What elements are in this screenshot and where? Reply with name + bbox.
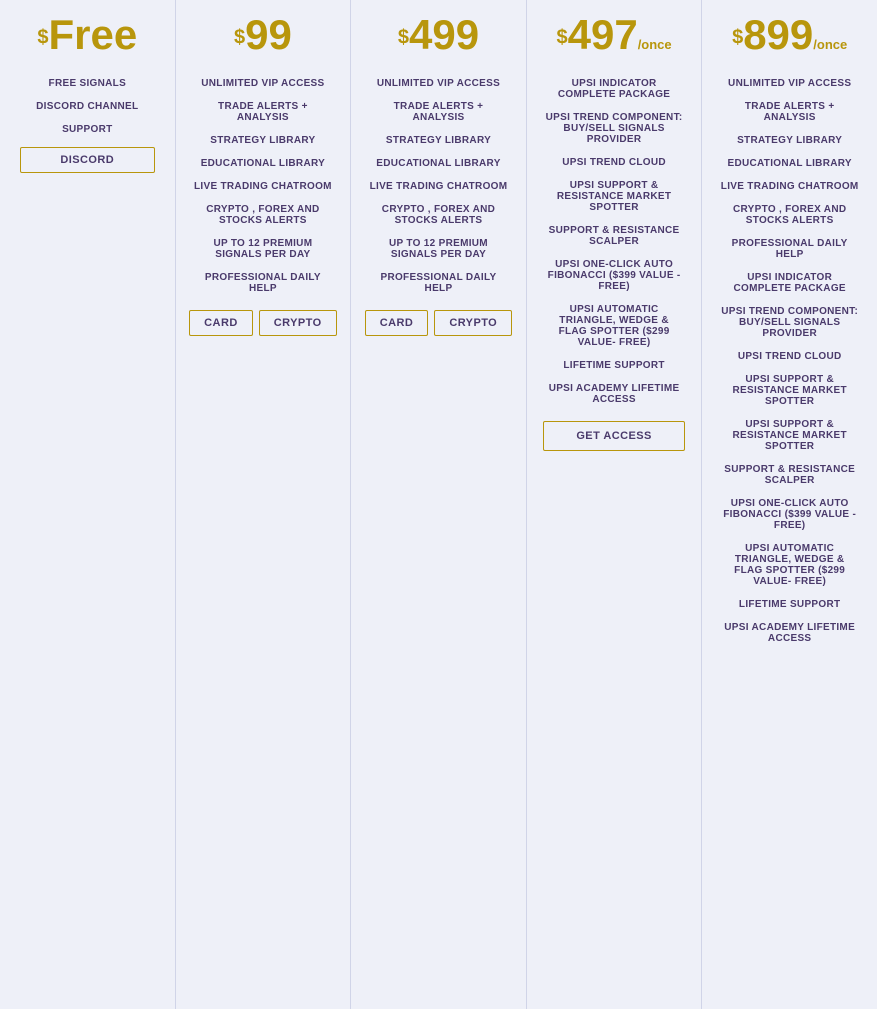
feature-99-unlimited-vip: UNLIMITED VIP ACCESS <box>184 72 343 95</box>
btn-group-499: CARD CRYPTO <box>365 310 512 336</box>
feature-497-scalper: SUPPORT & RESISTANCESCALPER <box>535 219 694 253</box>
col-99: $99 UNLIMITED VIP ACCESS TRADE ALERTS +A… <box>176 0 352 1009</box>
feature-99-educational: EDUCATIONAL LIBRARY <box>184 152 343 175</box>
feature-99-strategy: STRATEGY LIBRARY <box>184 129 343 152</box>
price-99: $99 <box>234 12 292 58</box>
card-button-99[interactable]: CARD <box>189 310 253 336</box>
feature-497-triangle: UPSI AUTOMATICTRIANGLE, WEDGE &FLAG SPOT… <box>535 298 694 354</box>
feature-499-live-trading: LIVE TRADING CHATROOM <box>359 175 518 198</box>
feature-support: SUPPORT <box>8 118 167 141</box>
feature-497-fibonacci: UPSI ONE-CLICK AUTOFIBONACCI ($399 VALUE… <box>535 253 694 298</box>
feature-99-premium-signals: UP TO 12 PREMIUMSIGNALS PER DAY <box>184 232 343 266</box>
feature-899-triangle: UPSI AUTOMATICTRIANGLE, WEDGE &FLAG SPOT… <box>710 537 869 593</box>
feature-free-signals: FREE SIGNALS <box>8 72 167 95</box>
btn-group-99: CARD CRYPTO <box>189 310 336 336</box>
feature-899-upsi-indicator: UPSI INDICATORCOMPLETE PACKAGE <box>710 266 869 300</box>
price-899: $899/once <box>732 12 847 58</box>
feature-499-professional: PROFESSIONAL DAILYHELP <box>359 266 518 300</box>
col-499: $499 UNLIMITED VIP ACCESS TRADE ALERTS +… <box>351 0 527 1009</box>
feature-99-live-trading: LIVE TRADING CHATROOM <box>184 175 343 198</box>
feature-99-professional: PROFESSIONAL DAILYHELP <box>184 266 343 300</box>
feature-497-upsi-trend-component: UPSI TREND COMPONENT:BUY/SELL SIGNALSPRO… <box>535 106 694 151</box>
feature-899-upsi-trend-cloud: UPSI TREND CLOUD <box>710 345 869 368</box>
feature-899-strategy: STRATEGY LIBRARY <box>710 129 869 152</box>
feature-899-unlimited-vip: UNLIMITED VIP ACCESS <box>710 72 869 95</box>
price-free: $Free <box>37 12 137 58</box>
discord-button[interactable]: DISCORD <box>20 147 155 173</box>
feature-499-premium-signals: UP TO 12 PREMIUMSIGNALS PER DAY <box>359 232 518 266</box>
crypto-button-99[interactable]: CRYPTO <box>259 310 337 336</box>
feature-899-academy: UPSI ACADEMY LIFETIMEACCESS <box>710 616 869 650</box>
crypto-button-499[interactable]: CRYPTO <box>434 310 512 336</box>
feature-899-professional: PROFESSIONAL DAILYHELP <box>710 232 869 266</box>
pricing-table: $Free FREE SIGNALS DISCORD CHANNEL SUPPO… <box>0 0 877 1009</box>
feature-discord-channel: DISCORD CHANNEL <box>8 95 167 118</box>
feature-899-crypto-forex: CRYPTO , FOREX ANDSTOCKS ALERTS <box>710 198 869 232</box>
feature-899-support-resistance2: UPSI SUPPORT &RESISTANCE MARKETSPOTTER <box>710 413 869 458</box>
col-899: $899/once UNLIMITED VIP ACCESS TRADE ALE… <box>702 0 877 1009</box>
feature-99-trade-alerts: TRADE ALERTS +ANALYSIS <box>184 95 343 129</box>
feature-497-upsi-trend-cloud: UPSI TREND CLOUD <box>535 151 694 174</box>
feature-99-crypto-forex: CRYPTO , FOREX ANDSTOCKS ALERTS <box>184 198 343 232</box>
feature-899-fibonacci: UPSI ONE-CLICK AUTOFIBONACCI ($399 VALUE… <box>710 492 869 537</box>
feature-499-educational: EDUCATIONAL LIBRARY <box>359 152 518 175</box>
feature-499-trade-alerts: TRADE ALERTS +ANALYSIS <box>359 95 518 129</box>
col-497: $497/once UPSI INDICATORCOMPLETE PACKAGE… <box>527 0 703 1009</box>
feature-899-scalper: SUPPORT & RESISTANCESCALPER <box>710 458 869 492</box>
feature-899-trade-alerts: TRADE ALERTS +ANALYSIS <box>710 95 869 129</box>
price-497: $497/once <box>556 12 671 58</box>
feature-497-upsi-indicator: UPSI INDICATORCOMPLETE PACKAGE <box>535 72 694 106</box>
feature-497-support-resistance: UPSI SUPPORT &RESISTANCE MARKETSPOTTER <box>535 174 694 219</box>
feature-899-lifetime-support: LIFETIME SUPPORT <box>710 593 869 616</box>
feature-899-educational: EDUCATIONAL LIBRARY <box>710 152 869 175</box>
price-499: $499 <box>398 12 479 58</box>
feature-899-upsi-trend-component: UPSI TREND COMPONENT:BUY/SELL SIGNALSPRO… <box>710 300 869 345</box>
feature-497-academy: UPSI ACADEMY LIFETIMEACCESS <box>535 377 694 411</box>
card-button-499[interactable]: CARD <box>365 310 429 336</box>
feature-899-support-resistance1: UPSI SUPPORT &RESISTANCE MARKETSPOTTER <box>710 368 869 413</box>
col-free: $Free FREE SIGNALS DISCORD CHANNEL SUPPO… <box>0 0 176 1009</box>
feature-499-crypto-forex: CRYPTO , FOREX ANDSTOCKS ALERTS <box>359 198 518 232</box>
get-access-button-497[interactable]: GET ACCESS <box>543 421 686 451</box>
feature-899-live-trading: LIVE TRADING CHATROOM <box>710 175 869 198</box>
feature-497-lifetime-support: LIFETIME SUPPORT <box>535 354 694 377</box>
feature-499-strategy: STRATEGY LIBRARY <box>359 129 518 152</box>
feature-499-unlimited-vip: UNLIMITED VIP ACCESS <box>359 72 518 95</box>
